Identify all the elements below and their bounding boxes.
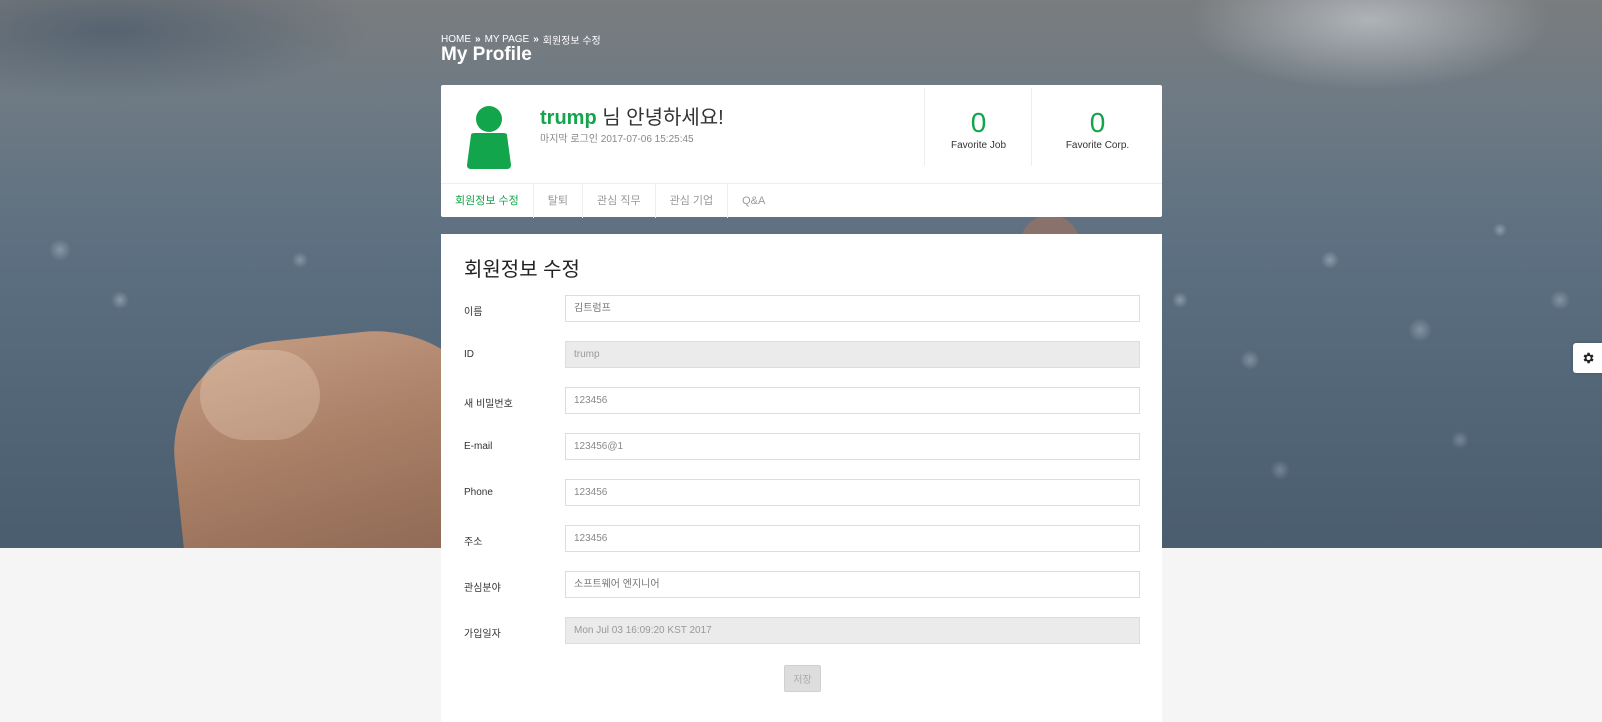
phone-field[interactable] <box>565 479 1140 506</box>
form-row-interest: 관심분야 <box>464 571 1140 599</box>
address-field[interactable] <box>565 525 1140 552</box>
email-field[interactable] <box>565 433 1140 460</box>
tab-favorite-corps[interactable]: 관심 기업 <box>656 184 729 218</box>
interest-label: 관심분야 <box>464 583 501 594</box>
favorite-corp-count: 0 <box>1089 107 1106 138</box>
breadcrumb-current: 회원정보 수정 <box>542 36 601 47</box>
edit-profile-form: 회원정보 수정 이름 ID 새 비밀번호 E-mail Phone 주소 관심분… <box>441 234 1162 722</box>
tab-favorite-jobs[interactable]: 관심 직무 <box>583 184 656 218</box>
interest-field[interactable] <box>565 571 1140 598</box>
greeting-text: 님 안녕하세요! <box>596 107 724 129</box>
form-title: 회원정보 수정 <box>464 259 580 281</box>
name-field[interactable] <box>565 295 1140 322</box>
new-password-field[interactable] <box>565 387 1140 414</box>
joined-date-field <box>565 617 1140 644</box>
settings-toggle[interactable] <box>1573 343 1602 373</box>
page-title: My Profile <box>441 44 532 65</box>
id-field <box>565 341 1140 368</box>
username: trump <box>540 107 597 129</box>
save-button[interactable]: 저장 <box>784 665 821 692</box>
form-row-name: 이름 <box>464 295 1140 323</box>
form-row-password: 새 비밀번호 <box>464 387 1140 415</box>
profile-tabs: 회원정보 수정 탈퇴 관심 직무 관심 기업 Q&A <box>441 183 1162 218</box>
user-icon <box>467 106 511 169</box>
joined-date-label: 가입일자 <box>464 629 501 640</box>
breadcrumb-separator: » <box>533 34 539 45</box>
favorite-job-count: 0 <box>970 107 987 138</box>
address-label: 주소 <box>464 537 483 548</box>
form-row-email: E-mail <box>464 433 1140 461</box>
tab-edit-info[interactable]: 회원정보 수정 <box>441 184 534 218</box>
favorite-job-label: Favorite Job <box>950 140 1007 151</box>
form-row-joined: 가입일자 <box>464 617 1140 645</box>
favorite-corp-label: Favorite Corp. <box>1065 140 1130 151</box>
tab-qna[interactable]: Q&A <box>728 184 779 218</box>
id-label: ID <box>464 349 474 360</box>
tab-withdraw[interactable]: 탈퇴 <box>534 184 584 218</box>
name-label: 이름 <box>464 307 483 318</box>
favorite-corp-stat[interactable]: 0 Favorite Corp. <box>1031 88 1163 166</box>
favorite-job-stat[interactable]: 0 Favorite Job <box>924 88 1032 166</box>
password-label: 새 비밀번호 <box>464 399 513 410</box>
form-row-address: 주소 <box>464 525 1140 553</box>
last-login: 마지막 로그인 2017-07-06 15:25:45 <box>540 134 694 145</box>
email-label: E-mail <box>464 441 493 452</box>
profile-card: trump 님 안녕하세요! 마지막 로그인 2017-07-06 15:25:… <box>441 85 1163 218</box>
greeting: trump 님 안녕하세요! <box>540 101 724 130</box>
phone-label: Phone <box>464 487 493 498</box>
form-row-phone: Phone <box>464 479 1140 507</box>
form-row-id: ID <box>464 341 1140 369</box>
gear-icon <box>1583 352 1594 364</box>
